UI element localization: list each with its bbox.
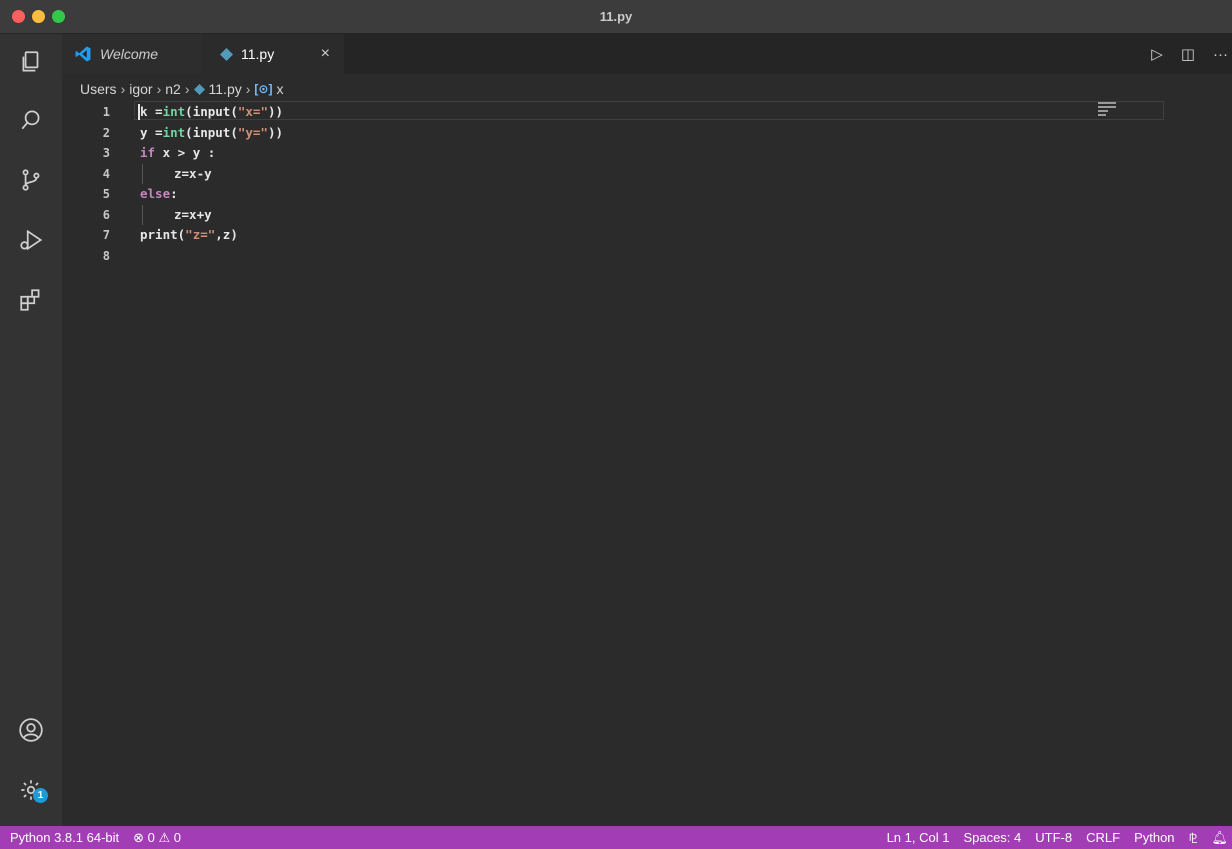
code-line[interactable]: z=x-y <box>140 163 283 185</box>
code-token: )) <box>267 124 284 140</box>
code-line[interactable]: print("z=",z) <box>140 225 283 246</box>
run-debug-icon[interactable] <box>17 226 45 254</box>
indentation-status[interactable]: Spaces: 4 <box>963 830 1021 845</box>
code-editor[interactable]: 12345678 k =int(input("x=")) y =int(input… <box>62 100 1232 826</box>
code-line[interactable]: y =int(input("y=")) <box>140 123 283 144</box>
breadcrumb-users[interactable]: Users <box>80 81 117 97</box>
code-token: input <box>192 124 231 140</box>
language-mode-status[interactable]: Python <box>1134 830 1174 845</box>
code-token: x > y : <box>155 145 216 160</box>
code-token: print <box>140 227 178 242</box>
text-cursor <box>138 104 140 120</box>
split-editor-button[interactable]: ◫ <box>1181 45 1195 63</box>
problems-status[interactable]: ⊗ 0 ⚠ 0 <box>133 830 181 846</box>
encoding-status[interactable]: UTF-8 <box>1035 830 1072 845</box>
minimap[interactable] <box>1098 102 1120 120</box>
code-token: ( <box>185 124 193 140</box>
line-number: 3 <box>102 146 110 160</box>
code-token: "x=" <box>237 104 268 119</box>
code-token: )) <box>267 104 284 119</box>
settings-badge: 1 <box>33 788 48 803</box>
code-line[interactable]: k =int(input("x=")) <box>140 102 283 123</box>
code-token: int <box>162 124 186 140</box>
extensions-icon[interactable] <box>17 286 45 314</box>
editor-actions: ▷ ◫ ··· <box>1151 34 1232 74</box>
notifications-bell-icon[interactable]: 🔔︎ <box>1211 830 1228 846</box>
line-number: 5 <box>102 187 110 201</box>
code-token: ,z) <box>215 227 238 242</box>
variable-icon: [⊙] <box>254 82 273 96</box>
tab-11-py[interactable]: 11.py × <box>202 34 344 74</box>
line-number: 7 <box>102 228 110 242</box>
explorer-icon[interactable] <box>17 48 45 76</box>
code-token: else <box>140 186 171 201</box>
status-bar: Python 3.8.1 64-bit ⊗ 0 ⚠ 0 Ln 1, Col 1 … <box>0 826 1232 849</box>
python-interpreter-status[interactable]: Python 3.8.1 64-bit <box>10 830 119 845</box>
code-line[interactable] <box>140 246 283 267</box>
code-token: "z=" <box>185 227 216 242</box>
account-icon[interactable] <box>17 716 45 744</box>
code-token: int <box>162 104 186 119</box>
line-ending-status[interactable]: CRLF <box>1086 830 1120 845</box>
breadcrumb-igor[interactable]: igor <box>129 81 152 97</box>
code-token: z=x-y <box>174 165 212 181</box>
line-number: 2 <box>102 125 110 140</box>
line-number-gutter: 1 2 3 4 5 6 7 8 <box>62 102 110 266</box>
code-token: z=x+y <box>174 206 212 222</box>
breadcrumb-separator: › <box>184 81 190 97</box>
source-control-icon[interactable] <box>17 166 45 194</box>
search-icon[interactable] <box>17 106 45 134</box>
title-bar: 11.py <box>0 0 1232 34</box>
code-token: : <box>170 186 178 201</box>
breadcrumb: Users › igor › n2 › 11.py › [⊙] x <box>80 79 283 99</box>
activity-bar: 1 <box>0 34 62 826</box>
feedback-icon[interactable]: ⅊ <box>1189 829 1198 847</box>
code-line[interactable]: if x > y : <box>140 143 283 164</box>
code-token: if <box>140 145 156 160</box>
code-token: = <box>147 104 163 119</box>
breadcrumb-n2[interactable]: n2 <box>165 81 181 97</box>
code-token: ( <box>230 124 238 140</box>
tab-bar: Welcome 11.py × ▷ ◫ ··· <box>62 34 1232 74</box>
code-token: y = <box>140 124 163 140</box>
breadcrumb-separator: › <box>156 81 162 97</box>
breadcrumb-separator: › <box>245 81 251 97</box>
line-number: 4 <box>102 166 110 181</box>
python-file-icon <box>220 47 233 61</box>
current-line-highlight <box>134 101 1164 120</box>
python-file-icon <box>193 83 205 95</box>
more-actions-button[interactable]: ··· <box>1213 46 1228 63</box>
cursor-position-status[interactable]: Ln 1, Col 1 <box>887 830 950 845</box>
settings-gear-icon[interactable]: 1 <box>17 776 48 804</box>
line-number: 8 <box>102 248 110 263</box>
code-token: k <box>140 104 148 119</box>
code-lines[interactable]: k =int(input("x=")) y =int(input("y=")) if… <box>140 102 283 266</box>
tab-welcome[interactable]: Welcome <box>62 34 202 74</box>
code-line[interactable]: z=x+y <box>140 204 283 226</box>
code-token: ( <box>185 104 193 119</box>
line-number: 6 <box>102 207 110 222</box>
breadcrumb-symbol-x[interactable]: x <box>276 81 283 97</box>
code-token: ( <box>230 104 238 119</box>
code-line[interactable]: else: <box>140 184 283 205</box>
breadcrumb-file[interactable]: 11.py <box>209 81 242 97</box>
tab-welcome-label: Welcome <box>100 46 159 62</box>
code-token: "y=" <box>237 124 268 140</box>
tab-close-icon[interactable]: × <box>321 45 330 63</box>
breadcrumb-separator: › <box>120 81 126 97</box>
window-title: 11.py <box>599 9 633 24</box>
vscode-logo-icon <box>75 46 91 62</box>
tab-11-py-label: 11.py <box>241 46 275 62</box>
code-token: input <box>192 104 231 119</box>
run-file-button[interactable]: ▷ <box>1151 45 1163 63</box>
line-number: 1 <box>102 105 110 119</box>
